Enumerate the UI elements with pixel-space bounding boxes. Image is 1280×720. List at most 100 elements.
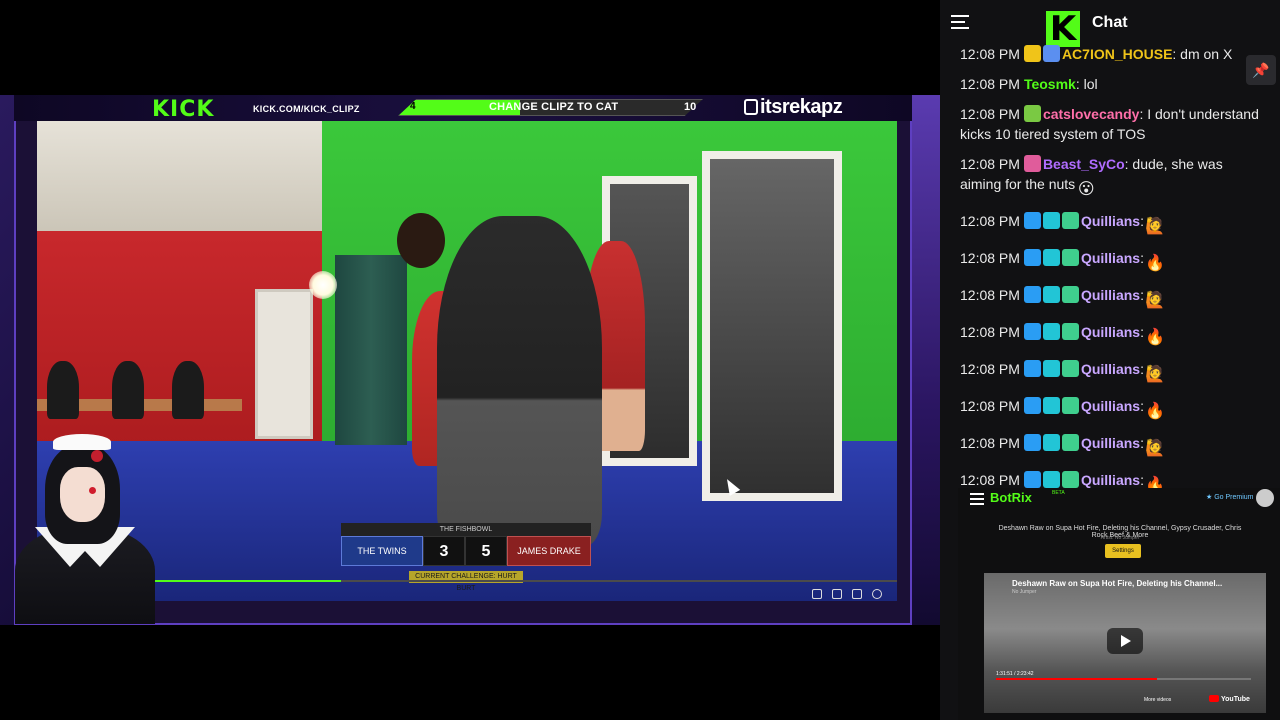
badge-icon[interactable] [1023, 434, 1041, 451]
kick-logo-icon: K [1046, 11, 1080, 47]
twitch-icon [744, 99, 758, 115]
go-premium-link[interactable]: ★ Go Premium [1206, 493, 1254, 501]
chat-message: 12:08 PMQuillians:🙋 [960, 211, 1260, 238]
curtain [335, 255, 407, 445]
badge-icon[interactable] [1042, 45, 1060, 62]
badge-icon[interactable] [1061, 360, 1079, 377]
team-one-score: 3 [423, 536, 465, 566]
chat-username[interactable]: Quillians [1081, 398, 1140, 414]
chat-username[interactable]: Quillians [1081, 435, 1140, 451]
badge-icon[interactable] [1061, 249, 1079, 266]
beta-badge: BETA [1052, 490, 1065, 496]
menu-icon[interactable] [970, 493, 984, 505]
youtube-video-title[interactable]: Deshawn Raw on Supa Hot Fire, Deleting h… [1012, 579, 1222, 588]
avatar[interactable] [1256, 489, 1274, 507]
badge-icon[interactable] [1061, 286, 1079, 303]
chat-username[interactable]: Quillians [1081, 361, 1140, 377]
badge-icon[interactable] [1042, 397, 1060, 414]
goal-label: CHANGE CLIPZ TO CAT [489, 101, 619, 113]
settings-icon[interactable] [872, 589, 882, 599]
settings-button[interactable]: Settings [1105, 544, 1141, 558]
botrix-widget: BotRix BETA ★ Go Premium Deshawn Raw on … [958, 488, 1280, 720]
youtube-progress-bar[interactable] [996, 678, 1251, 680]
fullscreen-icon[interactable] [852, 589, 862, 599]
chat-message: 12:08 PM Beast_SyCo: dude, she was aiming… [960, 154, 1260, 201]
vtuber-avatar [5, 432, 160, 624]
player-controls [812, 589, 882, 599]
judge [172, 361, 204, 419]
badge-icon[interactable] [1023, 155, 1041, 172]
botrix-logo: BotRix [990, 490, 1032, 505]
chat-username[interactable]: Quillians [1081, 213, 1140, 229]
badge-icon[interactable] [1042, 249, 1060, 266]
badge-icon[interactable] [1023, 249, 1041, 266]
emote-icon[interactable]: 🔥 [1144, 327, 1166, 349]
message-timestamp: 12:08 PM [960, 287, 1020, 303]
emote-icon[interactable]: 🙋 [1144, 364, 1166, 386]
video-progress-bar[interactable] [155, 580, 897, 582]
chat-username[interactable]: Quillians [1081, 472, 1140, 488]
chat-text: : lol [1075, 76, 1098, 92]
scoreboard: THE FISHBOWL THE TWINS 3 5 JAMES DRAKE [341, 523, 591, 566]
message-timestamp: 12:08 PM [960, 46, 1020, 62]
youtube-time: 1:31:51 / 2:23:42 [996, 671, 1034, 677]
chat-message: 12:08 PM Quillians:🔥 [960, 248, 1260, 275]
badge-icon[interactable] [1061, 212, 1079, 229]
more-videos-link[interactable]: More videos [1144, 697, 1171, 703]
badge-icon[interactable] [1023, 212, 1041, 229]
judge [112, 361, 144, 419]
chat-username[interactable]: Quillians [1081, 324, 1140, 340]
emote-icon[interactable]: 🔥 [1144, 401, 1166, 423]
play-icon[interactable] [1107, 628, 1143, 654]
badge-icon[interactable] [1061, 434, 1079, 451]
badge-icon[interactable] [1023, 45, 1041, 62]
emote-icon[interactable]: 🙋 [1144, 290, 1166, 312]
badge-icon[interactable] [1061, 323, 1079, 340]
menu-icon[interactable] [951, 15, 969, 29]
emote-icon[interactable]: 🙋 [1144, 216, 1166, 238]
channel-url: KICK.COM/KICK_CLIPZ [253, 104, 360, 114]
theater-icon[interactable] [832, 589, 842, 599]
badge-icon[interactable] [1042, 212, 1060, 229]
badge-icon[interactable] [1042, 360, 1060, 377]
emote-icon[interactable]: 😮 [1075, 179, 1097, 201]
team-two-name: JAMES DRAKE [507, 536, 591, 566]
badge-icon[interactable] [1061, 471, 1079, 488]
chat-username[interactable]: Teosmk [1024, 76, 1076, 92]
badge-icon[interactable] [1042, 286, 1060, 303]
badge-icon[interactable] [1061, 397, 1079, 414]
team-two-score: 5 [465, 536, 507, 566]
chat-username[interactable]: catslovecandy [1043, 106, 1140, 122]
chat-username[interactable]: Quillians [1081, 287, 1140, 303]
badge-icon[interactable] [1023, 286, 1041, 303]
emote-icon[interactable]: 🔥 [1144, 253, 1166, 275]
chat-username[interactable]: AC7ION_HOUSE [1062, 46, 1172, 62]
youtube-logo[interactable]: YouTube [1209, 695, 1250, 703]
chat-header: K Chat [940, 0, 1280, 47]
badge-icon[interactable] [1023, 471, 1041, 488]
message-timestamp: 12:08 PM [960, 472, 1020, 488]
badge-icon[interactable] [1042, 323, 1060, 340]
youtube-player[interactable]: Deshawn Raw on Supa Hot Fire, Deleting h… [984, 573, 1266, 713]
contestant [437, 216, 602, 546]
badge-icon[interactable] [1023, 105, 1041, 122]
message-timestamp: 12:08 PM [960, 324, 1020, 340]
badge-icon[interactable] [1023, 397, 1041, 414]
message-timestamp: 12:08 PM [960, 250, 1020, 266]
emote-icon[interactable]: 🙋 [1144, 438, 1166, 460]
badge-icon[interactable] [1023, 360, 1041, 377]
door [255, 289, 313, 439]
badge-icon[interactable] [1042, 471, 1060, 488]
chat-text: : dm on X [1172, 46, 1233, 62]
badge-icon[interactable] [1023, 323, 1041, 340]
chat-message: 12:08 PMQuillians:🙋 [960, 359, 1260, 386]
chat-username[interactable]: Beast_SyCo [1043, 156, 1125, 172]
scoreboard-title: THE FISHBOWL [341, 523, 591, 536]
chat-username[interactable]: Quillians [1081, 250, 1140, 266]
youtube-progress-fill [996, 678, 1157, 680]
badge-icon[interactable] [1042, 434, 1060, 451]
chat-message: 12:08 PM catslovecandy: I don't understan… [960, 104, 1260, 144]
message-timestamp: 12:08 PM [960, 76, 1020, 92]
window [702, 151, 842, 501]
miniplayer-icon[interactable] [812, 589, 822, 599]
